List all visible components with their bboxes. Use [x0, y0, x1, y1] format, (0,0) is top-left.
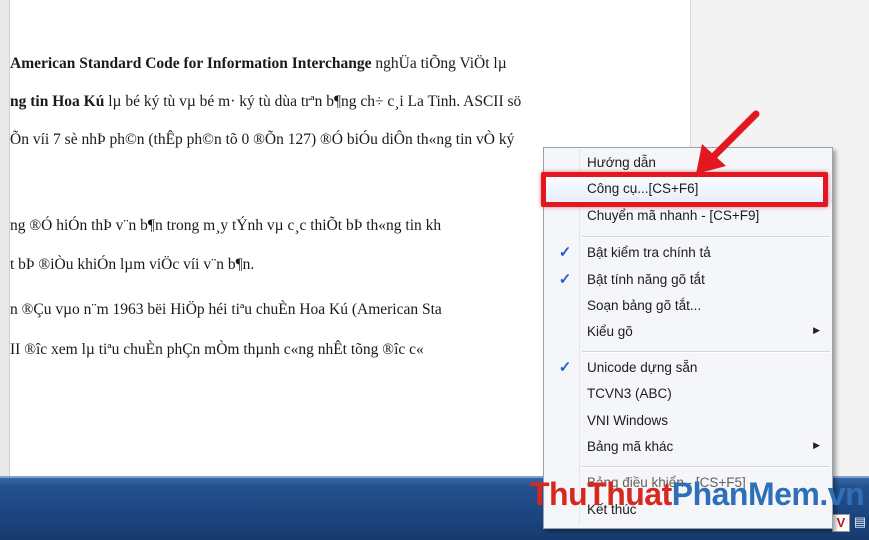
menu-separator [582, 466, 830, 468]
checkmark-icon: ✓ [558, 359, 572, 376]
text: II ®­îc xem lµ tiªu chuÈn phÇn mÒm thµnh… [10, 341, 424, 358]
document-line: ng tin Hoa Kú lµ bé ký tù vµ bé m· ký tù… [10, 93, 521, 111]
menu-item-chuyen-ma-nhanh[interactable]: Chuyển mã nhanh - [CS+F9] [544, 204, 832, 230]
document-line: ng ®Ó hiÓn thÞ v¨n b¶n trong m¸y tÝnh vµ… [10, 217, 441, 235]
menu-item-label: Bật tính năng gõ tắt [587, 272, 705, 287]
menu-item-label: Bảng mã khác [587, 439, 674, 454]
text: nghÜa tiÕng ViÖt lµ [371, 55, 507, 72]
watermark-part: .vn [819, 476, 865, 512]
watermark-part: ThuThuat [530, 476, 672, 512]
annotation-arrow-icon [696, 110, 760, 174]
submenu-arrow-icon: ▶ [813, 440, 820, 450]
text: t bÞ ®iÒu khiÓn lµm viÖc víi v¨n b¶n. [10, 256, 255, 273]
bold-text: ng tin Hoa Kú [10, 93, 105, 110]
menu-item-kieu-go[interactable]: Kiểu gõ ▶ [544, 320, 832, 346]
menu-item-tcvn3[interactable]: TCVN3 (ABC) [544, 382, 832, 408]
checkmark-icon: ✓ [558, 244, 572, 261]
menu-item-kiem-tra-chinh-ta[interactable]: ✓ Bật kiểm tra chính tả [544, 241, 832, 267]
text: Õn víi 7 sè nhÞ ph©n (thÊp ph©n tõ 0 ®Õn… [10, 131, 515, 148]
document-line: n ®Çu vµo n¨m 1963 bëi HiÖp héi tiªu chu… [10, 301, 442, 319]
annotation-highlight-box [541, 172, 828, 207]
menu-item-soan-bang-go-tat[interactable]: Soạn bảng gõ tắt... [544, 294, 832, 320]
checkmark-icon: ✓ [558, 271, 572, 288]
menu-item-label: Kiểu gõ [587, 324, 633, 339]
submenu-arrow-icon: ▶ [813, 325, 820, 335]
document-line: Õn víi 7 sè nhÞ ph©n (thÊp ph©n tõ 0 ®Õn… [10, 131, 514, 149]
document-line: t bÞ ®iÒu khiÓn lµm viÖc víi v¨n b¶n. [10, 256, 254, 274]
text: ng ®Ó hiÓn thÞ v¨n b¶n trong m¸y tÝnh vµ… [10, 217, 442, 234]
unikey-tray-icon[interactable]: V [832, 514, 850, 532]
bold-text: American Standard Code for Information I… [10, 55, 372, 72]
menu-item-label: Unicode dựng sẵn [587, 360, 698, 375]
document-line: American Standard Code for Information I… [10, 55, 507, 73]
menu-item-label: VNI Windows [587, 413, 669, 428]
menu-item-unicode-dung-san[interactable]: ✓ Unicode dựng sẵn [544, 356, 832, 382]
menu-item-label: TCVN3 (ABC) [587, 386, 672, 401]
menu-separator [582, 351, 830, 353]
text: n ®Çu vµo n¨m 1963 bëi HiÖp héi tiªu chu… [10, 301, 442, 318]
menu-item-bang-ma-khac[interactable]: Bảng mã khác ▶ [544, 435, 832, 461]
menu-item-vni-windows[interactable]: VNI Windows [544, 409, 832, 435]
menu-item-go-tat[interactable]: ✓ Bật tính năng gõ tắt [544, 268, 832, 294]
document-line: II ®­îc xem lµ tiªu chuÈn phÇn mÒm thµnh… [10, 341, 424, 359]
watermark-logo: ThuThuatPhanMem.vn [530, 476, 865, 513]
watermark-part: PhanMem [671, 476, 820, 512]
menu-item-label: Bật kiểm tra chính tả [587, 245, 711, 260]
menu-item-label: Hướng dẫn [587, 155, 656, 170]
menu-item-label: Soạn bảng gõ tắt... [587, 298, 702, 313]
menu-item-label: Chuyển mã nhanh - [CS+F9] [587, 208, 760, 223]
menu-separator [582, 236, 830, 238]
document-left-margin [0, 0, 10, 476]
network-icon[interactable]: ▤ [852, 514, 868, 530]
text: lµ bé ký tù vµ bé m· ký tù dùa trªn b¶ng… [104, 93, 522, 110]
